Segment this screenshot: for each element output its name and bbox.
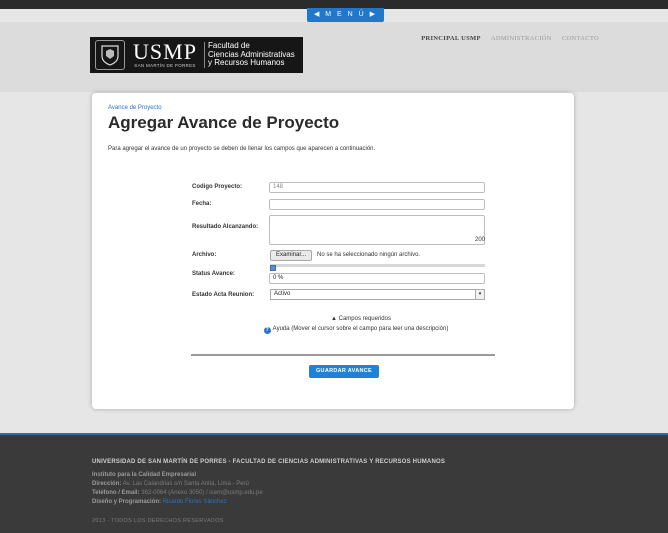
footer-design-link[interactable]: Ricardo Flores Sánchez bbox=[163, 499, 227, 505]
footer-address-label: Dirección: bbox=[92, 481, 122, 487]
save-avance-button[interactable]: GUARDAR AVANCE bbox=[309, 365, 379, 378]
file-browse-button[interactable]: Examinar... bbox=[270, 250, 312, 261]
logo-faculty-line3: y Recursos Humanos bbox=[208, 58, 285, 68]
warning-triangle-icon: ▲ bbox=[331, 316, 337, 322]
logo-faculty: Facultad de Ciencias Administrativas y R… bbox=[208, 42, 295, 68]
status-field[interactable]: 0 % bbox=[269, 273, 485, 284]
select-arrow-icon[interactable]: ▾ bbox=[475, 290, 484, 299]
file-status-text: No se ha seleccionado ningún archivo. bbox=[317, 252, 421, 258]
estado-select[interactable]: Activo ▾ bbox=[270, 289, 485, 300]
footer-phone: Teléfono / Email: 362-0064 (Anexo 3050) … bbox=[92, 490, 263, 496]
menu-toggle-button[interactable]: ◀ M E N Ú ▶ bbox=[307, 8, 384, 22]
required-note: ▲ Campos requeridos bbox=[92, 316, 574, 322]
footer-institute-text: Instituto para la Calidad Empresarial bbox=[92, 472, 197, 478]
help-icon[interactable]: ? bbox=[263, 327, 271, 334]
resultado-char-counter: 200 bbox=[475, 237, 486, 243]
footer-copyright: 2013 - TODOS LOS DERECHOS RESERVADOS bbox=[92, 518, 224, 524]
nav-principal-usmp[interactable]: PRINCIPAL USMP bbox=[421, 35, 481, 42]
instructions-text: Para agregar el avance de un proyecto se… bbox=[108, 146, 376, 152]
nav-administracion[interactable]: ADMINISTRACIÓN bbox=[491, 35, 552, 42]
footer-address-value: Av. Las Calandrias s/n Santa Anita, Lima… bbox=[122, 481, 249, 487]
footer-design: Diseño y Programación: Ricardo Flores Sá… bbox=[92, 499, 227, 505]
logo-wordmark: USMP SAN MARTÍN DE PORRES bbox=[129, 41, 201, 69]
footer-address: Dirección: Av. Las Calandrias s/n Santa … bbox=[92, 481, 249, 487]
resultado-label: Resultado Alcanzando: bbox=[192, 224, 259, 230]
form-card: Avance de Proyecto Agregar Avance de Pro… bbox=[92, 93, 574, 409]
nav-contacto[interactable]: CONTACTO bbox=[562, 35, 599, 42]
resultado-textarea[interactable] bbox=[269, 215, 485, 245]
status-label: Status Avance: bbox=[192, 271, 235, 277]
footer: UNIVERSIDAD DE SAN MARTÍN DE PORRES - FA… bbox=[0, 433, 668, 533]
footer-phone-value: 362-0064 (Anexo 3050) / icem@usmp.edu.pe bbox=[141, 490, 263, 496]
footer-title: UNIVERSIDAD DE SAN MARTÍN DE PORRES - FA… bbox=[92, 459, 446, 465]
status-slider-track[interactable] bbox=[270, 264, 485, 267]
logo-divider bbox=[204, 42, 205, 68]
required-note-text: Campos requeridos bbox=[338, 316, 391, 322]
estado-select-value: Activo bbox=[274, 291, 291, 297]
form-divider bbox=[191, 354, 495, 356]
help-note: ? Ayuda (Mover el cursor sobre el campo p… bbox=[92, 326, 574, 334]
logo-usmp-text: USMP bbox=[133, 39, 197, 64]
top-navigation: PRINCIPAL USMP ADMINISTRACIÓN CONTACTO bbox=[413, 35, 599, 42]
fecha-field[interactable] bbox=[269, 199, 485, 210]
university-seal-icon bbox=[95, 40, 125, 70]
codigo-label: Codigo Proyecto: bbox=[192, 184, 243, 190]
footer-institute: Instituto para la Calidad Empresarial bbox=[92, 472, 196, 478]
footer-design-label: Diseño y Programación: bbox=[92, 499, 162, 505]
archivo-label: Archivo: bbox=[192, 252, 217, 258]
breadcrumb[interactable]: Avance de Proyecto bbox=[108, 105, 162, 111]
estado-label: Estado Acta Reunion: bbox=[192, 292, 255, 298]
fecha-label: Fecha: bbox=[192, 201, 212, 207]
logo-subtitle: SAN MARTÍN DE PORRES bbox=[134, 63, 196, 68]
usmp-logo[interactable]: USMP SAN MARTÍN DE PORRES Facultad de Ci… bbox=[90, 37, 303, 73]
help-note-text: Ayuda (Mover el cursor sobre el campo pa… bbox=[272, 326, 449, 332]
status-slider-handle[interactable] bbox=[270, 265, 276, 271]
codigo-field[interactable]: 148 bbox=[269, 182, 485, 193]
footer-accent-line bbox=[0, 433, 668, 435]
footer-phone-label: Teléfono / Email: bbox=[92, 490, 140, 496]
page-title: Agregar Avance de Proyecto bbox=[108, 113, 340, 132]
